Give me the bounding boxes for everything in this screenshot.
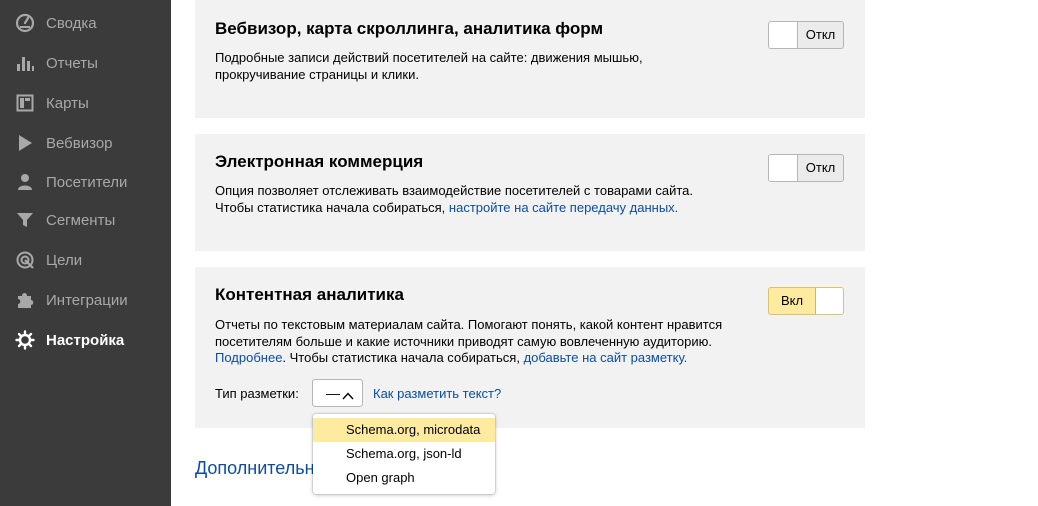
sidebar-item-label: Отчеты (46, 54, 98, 72)
sidebar-item-label: Сегменты (46, 211, 116, 229)
sidebar-item-visitors[interactable]: Посетители (0, 162, 171, 202)
sidebar-item-settings[interactable]: Настройка (0, 320, 171, 360)
webvisor-toggle[interactable]: Откл (768, 21, 844, 49)
desc-line: посетителям больше и какие источники при… (215, 333, 712, 349)
sidebar-item-label: Сводка (46, 14, 97, 32)
markup-type-label: Тип разметки: (215, 386, 299, 401)
toggle-label: Откл (805, 160, 836, 175)
desc-line: Подробные записи действий посетителей на… (215, 50, 643, 65)
target-icon (15, 250, 35, 270)
ecommerce-card: Электронная коммерция Опция позволяет от… (195, 134, 865, 251)
content-analytics-card: Контентная аналитика Отчеты по текстовым… (195, 267, 865, 428)
card-title: Контентная аналитика (215, 285, 404, 304)
sidebar-item-webvisor[interactable]: Вебвизор (0, 123, 171, 163)
webvisor-card: Вебвизор, карта скроллинга, аналитика фо… (195, 0, 865, 118)
puzzle-icon (15, 290, 35, 310)
dropdown-option-json-ld[interactable]: Schema.org, json-ld (313, 442, 495, 466)
markup-type-select[interactable]: — (312, 379, 363, 407)
dropdown-option-open-graph[interactable]: Open graph (313, 466, 495, 490)
sidebar-item-reports[interactable]: Отчеты (0, 43, 171, 83)
filter-icon (15, 210, 35, 230)
desc-line: Подробнее. Чтобы статистика начала собир… (215, 350, 775, 367)
sidebar-item-label: Вебвизор (46, 134, 113, 152)
add-markup-link[interactable]: добавьте на сайт разметку. (524, 350, 688, 365)
content-analytics-toggle[interactable]: Вкл (768, 287, 844, 315)
gear-icon (15, 330, 35, 350)
markup-type-dropdown: Schema.org, microdata Schema.org, json-l… (313, 414, 495, 494)
sidebar-item-label: Цели (46, 251, 83, 269)
desc-line: Опция позволяет отслеживать взаимодейств… (215, 183, 693, 198)
card-description: Подробные записи действий посетителей на… (215, 50, 755, 83)
card-title: Электронная коммерция (215, 152, 424, 171)
sidebar-item-segments[interactable]: Сегменты (0, 200, 171, 240)
sidebar-item-maps[interactable]: Карты (0, 83, 171, 123)
map-icon (15, 93, 35, 113)
sidebar-item-label: Карты (46, 94, 89, 112)
toggle-label: Вкл (780, 293, 804, 308)
card-description: Опция позволяет отслеживать взаимодейств… (215, 183, 755, 216)
sidebar-item-label: Настройка (46, 331, 125, 349)
sidebar: Сводка Отчеты Карты Вебвизор Посетители … (0, 0, 171, 506)
bar-chart-icon (15, 53, 35, 73)
sidebar-item-goals[interactable]: Цели (0, 240, 171, 280)
toggle-label: Откл (805, 27, 836, 42)
select-value: — (326, 385, 340, 401)
desc-text: Чтобы статистика начала собираться, (215, 199, 449, 215)
sidebar-item-summary[interactable]: Сводка (0, 3, 171, 43)
user-icon (15, 172, 35, 192)
desc-text: . Чтобы статистика начала собираться, (282, 350, 524, 365)
toggle-knob (769, 22, 798, 48)
toggle-knob (769, 155, 798, 181)
setup-data-link[interactable]: настройте на сайте передачу данных. (449, 200, 678, 215)
how-to-markup-link[interactable]: Как разметить текст? (373, 386, 501, 401)
sidebar-item-integrations[interactable]: Интеграции (0, 280, 171, 320)
desc-line: Чтобы статистика начала собираться, наст… (215, 200, 755, 217)
sidebar-item-label: Посетители (46, 173, 128, 191)
more-info-link[interactable]: Подробнее (215, 350, 282, 365)
toggle-knob (815, 288, 843, 314)
ecommerce-toggle[interactable]: Откл (768, 154, 844, 182)
additional-settings-link[interactable]: Дополнительн (195, 458, 315, 479)
desc-line: прокручивание страницы и клики. (215, 66, 419, 82)
chevron-up-icon (342, 388, 354, 400)
sidebar-item-label: Интеграции (46, 291, 128, 309)
dashboard-icon (15, 13, 35, 33)
card-title: Вебвизор, карта скроллинга, аналитика фо… (215, 19, 604, 38)
play-icon (15, 133, 35, 153)
dropdown-option-microdata[interactable]: Schema.org, microdata (313, 418, 495, 442)
card-description: Отчеты по текстовым материалам сайта. По… (215, 317, 775, 367)
desc-line: Отчеты по текстовым материалам сайта. По… (215, 317, 723, 332)
